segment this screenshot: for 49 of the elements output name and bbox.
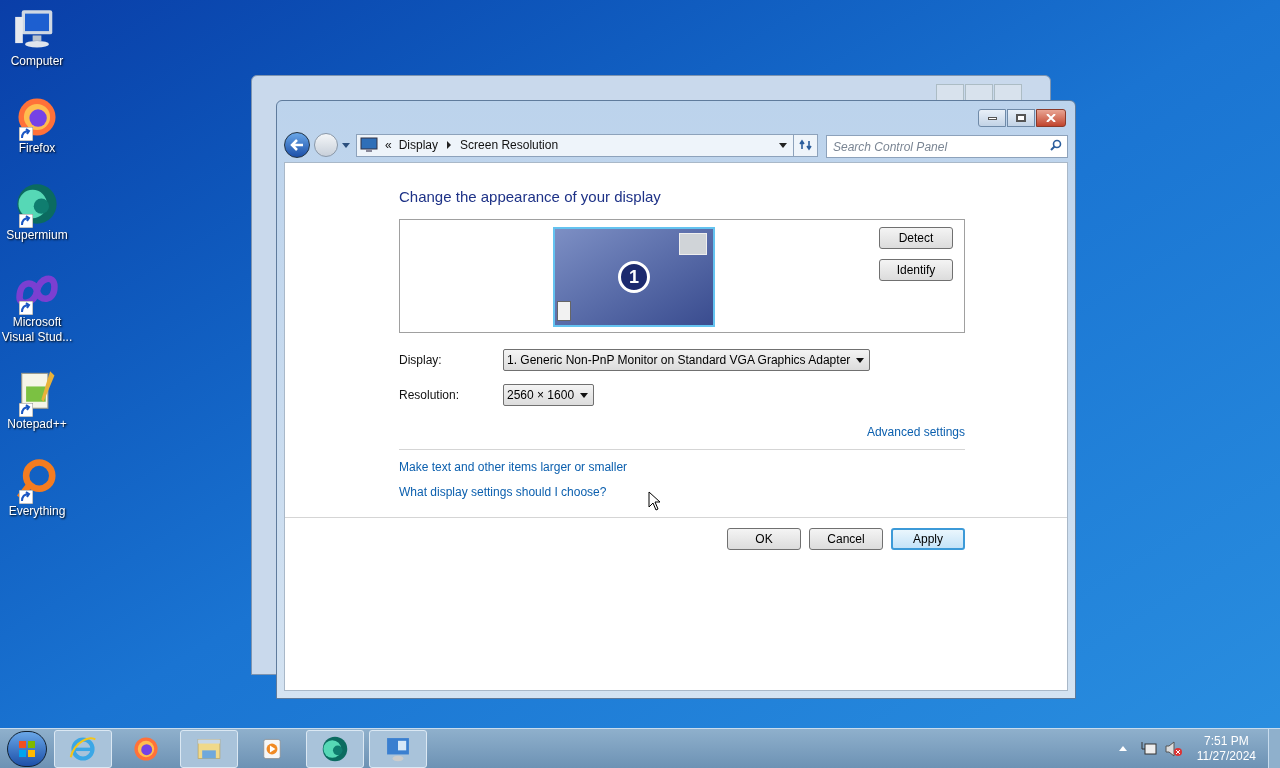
monitor-icon bbox=[360, 137, 378, 153]
back-arrow-icon bbox=[290, 139, 304, 151]
page-heading: Change the appearance of your display bbox=[399, 187, 662, 207]
dialog-button[interactable]: Apply bbox=[891, 528, 965, 550]
breadcrumb-item[interactable]: Screen Resolution bbox=[457, 136, 562, 154]
desktop-icon-label[interactable]: Supermium bbox=[0, 228, 74, 243]
taskbar-button[interactable] bbox=[306, 729, 364, 768]
start-button[interactable] bbox=[7, 730, 47, 767]
taskbar-thumbnail-icon bbox=[557, 301, 571, 321]
advanced-settings-link[interactable]: Advanced settings bbox=[866, 423, 965, 441]
taskbar-button[interactable] bbox=[369, 729, 427, 768]
mouse-cursor-icon bbox=[648, 491, 662, 511]
dropdown-field[interactable]: 1. Generic Non-PnP Monitor on Standard VGA Graphics Adapter bbox=[503, 349, 871, 371]
monitor-tile[interactable]: 1 bbox=[553, 227, 715, 327]
search-field[interactable]: Search Control Panel bbox=[826, 135, 1068, 158]
window-thumbnail-icon bbox=[679, 233, 707, 255]
desktop-icon-label[interactable]: Everything bbox=[0, 504, 74, 519]
dropdown-icon bbox=[580, 392, 589, 398]
dropdown-field[interactable]: 2560 × 1600 bbox=[503, 384, 595, 406]
refresh-icon bbox=[798, 139, 813, 151]
field-label: Display: bbox=[399, 352, 443, 369]
breadcrumb-overflow[interactable]: « bbox=[381, 136, 396, 154]
dropdown-icon bbox=[779, 142, 787, 148]
close-icon bbox=[1046, 114, 1056, 122]
identify-button[interactable]: Identify bbox=[879, 259, 953, 281]
desktop-icon-label[interactable]: Firefox bbox=[0, 141, 74, 156]
search-icon bbox=[1050, 138, 1062, 151]
desktop-icon-label[interactable]: Computer bbox=[0, 54, 74, 69]
recent-pages-button[interactable] bbox=[342, 140, 352, 150]
help-link[interactable]: What display settings should I choose? bbox=[399, 484, 607, 501]
monitor-number: 1 bbox=[618, 261, 650, 293]
detect-button[interactable]: Detect bbox=[879, 227, 953, 249]
desktop-icon-label[interactable]: Microsoft Visual Stud... bbox=[0, 315, 74, 345]
speaker-muted-icon bbox=[1164, 740, 1183, 757]
dialog-button[interactable]: Cancel bbox=[809, 528, 883, 550]
dropdown-icon bbox=[342, 142, 350, 148]
desktop-icon-label[interactable]: Notepad++ bbox=[0, 417, 74, 432]
windows-logo-icon bbox=[18, 739, 36, 758]
show-hidden-icons-icon bbox=[1118, 746, 1127, 751]
back-button[interactable] bbox=[284, 132, 310, 158]
taskbar-button[interactable] bbox=[54, 729, 112, 768]
breadcrumb-item[interactable]: Display bbox=[395, 136, 442, 154]
dropdown-icon bbox=[856, 357, 865, 363]
network-icon bbox=[1140, 740, 1157, 757]
address-bar[interactable]: « Display Screen Resolution bbox=[356, 133, 818, 157]
dialog-button[interactable]: OK bbox=[727, 528, 801, 550]
chevron-right-icon bbox=[445, 141, 454, 149]
help-link[interactable]: Make text and other items larger or smaller bbox=[399, 459, 628, 476]
field-label: Resolution: bbox=[399, 387, 461, 404]
